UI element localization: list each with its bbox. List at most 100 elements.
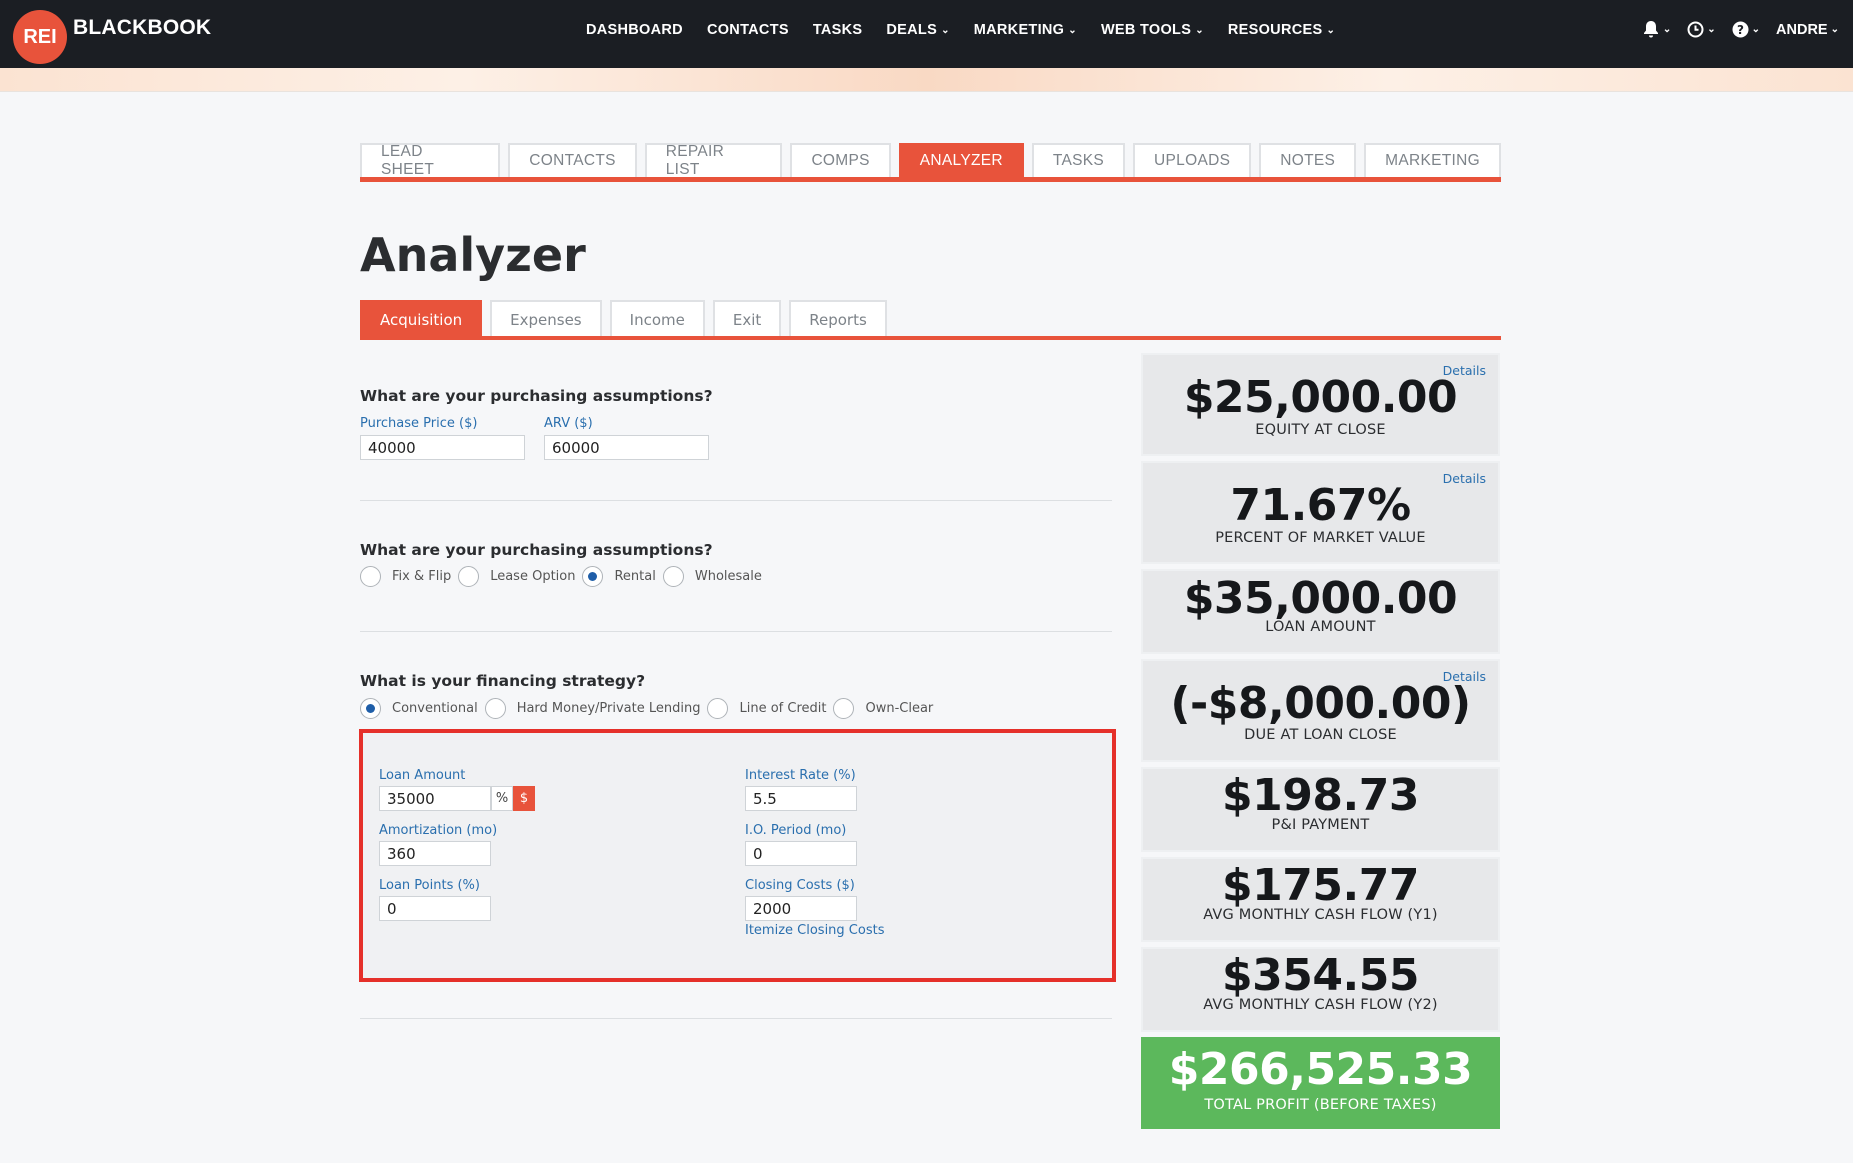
loan-value: $35,000.00 bbox=[1183, 573, 1458, 624]
radio-own-clear[interactable] bbox=[833, 698, 855, 719]
amortization-label: Amortization (mo) bbox=[379, 823, 498, 838]
pi-value: $198.73 bbox=[1222, 770, 1419, 821]
top-navbar: REI BLACKBOOK DASHBOARD CONTACTS TASKS D… bbox=[0, 0, 1853, 68]
hard-money-label: Hard Money/Private Lending bbox=[516, 701, 701, 716]
cf1-value: $175.77 bbox=[1222, 860, 1419, 911]
nav-deals[interactable]: DEALS ⌄ bbox=[886, 22, 949, 38]
radio-wholesale[interactable] bbox=[662, 566, 684, 587]
help-button[interactable]: ? ⌄ bbox=[1732, 21, 1760, 38]
chevron-down-icon: ⌄ bbox=[941, 24, 950, 36]
rental-label: Rental bbox=[614, 569, 656, 584]
chevron-down-icon: ⌄ bbox=[1830, 24, 1839, 35]
arv-input[interactable] bbox=[544, 435, 709, 460]
arv-label: ARV ($) bbox=[544, 416, 593, 431]
itemize-closing-costs-link[interactable]: Itemize Closing Costs bbox=[745, 923, 884, 938]
strategy-options: Fix & Flip Lease Option Rental Wholesale bbox=[360, 566, 769, 587]
tab-uploads[interactable]: UPLOADS bbox=[1133, 143, 1252, 177]
banner-strip bbox=[0, 68, 1853, 92]
equity-card: Details $25,000.00 EQUITY AT CLOSE bbox=[1141, 353, 1500, 456]
divider bbox=[360, 631, 1112, 632]
tab-lead-sheet[interactable]: LEAD SHEET bbox=[360, 143, 501, 178]
divider bbox=[360, 1018, 1112, 1019]
cash-flow-y2-card: $354.55 AVG MONTHLY CASH FLOW (Y2) bbox=[1141, 947, 1500, 1032]
percent-toggle-button[interactable]: % bbox=[491, 786, 513, 811]
own-clear-label: Own-Clear bbox=[865, 701, 934, 716]
closing-costs-input[interactable] bbox=[745, 896, 857, 921]
profit-caption: TOTAL PROFIT (BEFORE TAXES) bbox=[1204, 1097, 1437, 1113]
radio-fix-flip[interactable] bbox=[360, 566, 381, 587]
dollar-toggle-button[interactable]: $ bbox=[513, 786, 535, 811]
user-name: ANDRE bbox=[1776, 21, 1828, 38]
tab-contacts[interactable]: CONTACTS bbox=[508, 143, 637, 177]
chevron-down-icon: ⌄ bbox=[1195, 24, 1204, 36]
nav-resources-label: RESOURCES bbox=[1227, 22, 1323, 38]
subtab-exit[interactable]: Exit bbox=[712, 300, 782, 337]
due-value: (-$8,000.00) bbox=[1170, 678, 1471, 729]
logo-text[interactable]: BLACKBOOK bbox=[73, 16, 211, 40]
pmv-caption: PERCENT OF MARKET VALUE bbox=[1215, 530, 1426, 546]
subtab-reports[interactable]: Reports bbox=[789, 300, 887, 337]
io-period-input[interactable] bbox=[745, 841, 857, 866]
subtab-acquisition[interactable]: Acquisition bbox=[360, 300, 483, 337]
recent-button[interactable]: ⌄ bbox=[1687, 21, 1716, 38]
total-profit-card: $266,525.33 TOTAL PROFIT (BEFORE TAXES) bbox=[1141, 1037, 1500, 1129]
logo-mark[interactable]: REI bbox=[13, 10, 67, 64]
nav-contacts[interactable]: CONTACTS bbox=[707, 22, 789, 38]
nav-marketing[interactable]: MARKETING ⌄ bbox=[974, 22, 1077, 38]
main-nav: DASHBOARD CONTACTS TASKS DEALS ⌄ MARKETIN… bbox=[586, 22, 1335, 38]
radio-hard-money[interactable] bbox=[484, 698, 506, 719]
loan-amount-label: Loan Amount bbox=[379, 768, 466, 783]
loan-caption: LOAN AMOUNT bbox=[1265, 619, 1376, 635]
tab-comps[interactable]: COMPS bbox=[790, 143, 891, 177]
chevron-down-icon: ⌄ bbox=[1068, 24, 1077, 36]
loan-points-input[interactable] bbox=[379, 896, 491, 921]
tab-repair-list[interactable]: REPAIR LIST bbox=[644, 143, 783, 178]
radio-rental[interactable] bbox=[582, 566, 604, 587]
radio-lease-option[interactable] bbox=[458, 566, 480, 587]
user-menu[interactable]: ANDRE ⌄ bbox=[1776, 22, 1839, 38]
subtabs-underline bbox=[360, 336, 1501, 340]
nav-web-tools[interactable]: WEB TOOLS ⌄ bbox=[1101, 22, 1204, 38]
cf1-caption: AVG MONTHLY CASH FLOW (Y1) bbox=[1203, 907, 1438, 923]
lease-option-label: Lease Option bbox=[490, 569, 576, 584]
tab-tasks[interactable]: TASKS bbox=[1031, 143, 1126, 177]
subtab-income[interactable]: Income bbox=[609, 300, 705, 337]
io-period-label: I.O. Period (mo) bbox=[745, 823, 847, 838]
amortization-input[interactable] bbox=[379, 841, 491, 866]
loan-unit-toggle: % $ bbox=[491, 786, 535, 811]
subtab-expenses[interactable]: Expenses bbox=[490, 300, 602, 337]
financing-options: Conventional Hard Money/Private Lending … bbox=[360, 698, 940, 719]
radio-line-of-credit[interactable] bbox=[707, 698, 729, 719]
nav-dashboard[interactable]: DASHBOARD bbox=[586, 22, 683, 38]
help-icon: ? bbox=[1732, 21, 1749, 38]
line-of-credit-label: Line of Credit bbox=[739, 701, 827, 716]
nav-resources[interactable]: RESOURCES ⌄ bbox=[1228, 22, 1335, 38]
conventional-label: Conventional bbox=[392, 701, 478, 716]
pi-caption: P&I PAYMENT bbox=[1271, 817, 1370, 833]
strategy-question: What are your purchasing assumptions? bbox=[360, 541, 713, 559]
loan-amount-input[interactable] bbox=[379, 786, 491, 811]
profit-value: $266,525.33 bbox=[1168, 1044, 1473, 1095]
analyzer-tabs: Acquisition Expenses Income Exit Reports bbox=[360, 300, 887, 337]
purchase-question: What are your purchasing assumptions? bbox=[360, 387, 713, 405]
bell-icon bbox=[1643, 21, 1658, 38]
purchase-price-input[interactable] bbox=[360, 435, 525, 460]
interest-rate-input[interactable] bbox=[745, 786, 857, 811]
nav-contacts-label: CONTACTS bbox=[706, 22, 789, 38]
fix-flip-label: Fix & Flip bbox=[392, 569, 452, 584]
purchase-price-label: Purchase Price ($) bbox=[360, 416, 478, 431]
due-at-close-card: Details (-$8,000.00) DUE AT LOAN CLOSE bbox=[1141, 659, 1500, 762]
nav-tasks[interactable]: TASKS bbox=[813, 22, 863, 38]
notifications-button[interactable]: ⌄ bbox=[1642, 20, 1671, 39]
radio-conventional[interactable] bbox=[360, 698, 381, 719]
equity-value: $25,000.00 bbox=[1183, 372, 1458, 423]
percent-market-value-card: Details 71.67% PERCENT OF MARKET VALUE bbox=[1141, 461, 1500, 564]
tab-marketing[interactable]: MARKETING bbox=[1364, 143, 1501, 177]
page-title: Analyzer bbox=[360, 228, 586, 282]
tab-notes[interactable]: NOTES bbox=[1259, 143, 1357, 177]
tab-analyzer[interactable]: ANALYZER bbox=[898, 143, 1024, 177]
tabs-underline bbox=[360, 177, 1501, 182]
svg-text:?: ? bbox=[1737, 23, 1744, 37]
nav-web-tools-label: WEB TOOLS bbox=[1100, 22, 1192, 38]
nav-tasks-label: TASKS bbox=[812, 22, 863, 38]
